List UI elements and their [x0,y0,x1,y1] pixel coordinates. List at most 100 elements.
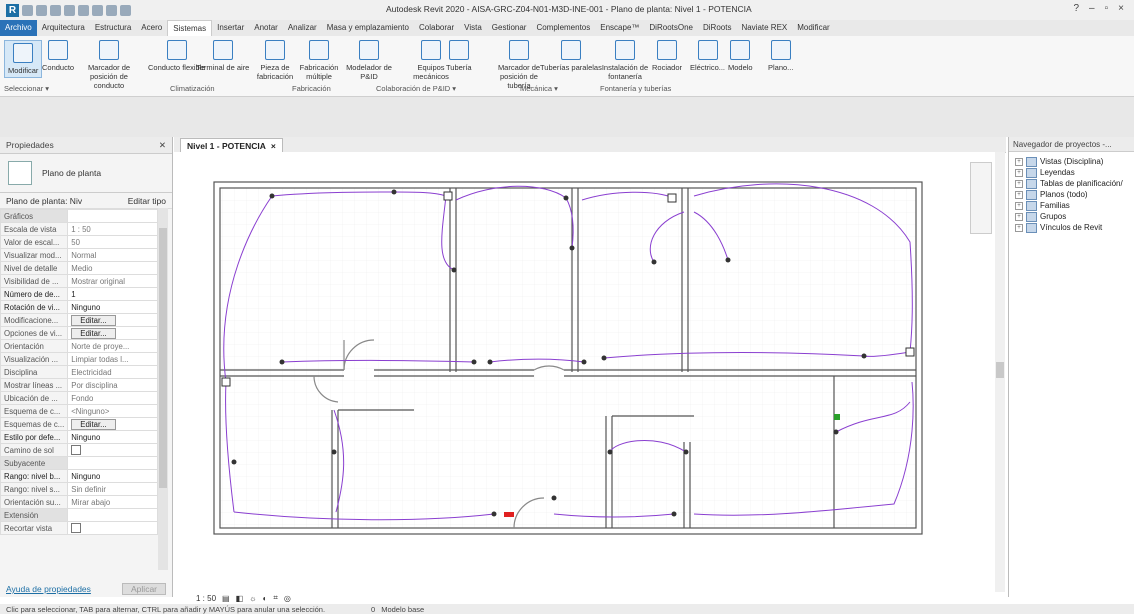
expand-icon[interactable]: + [1015,190,1023,199]
ribbon-button-el-ctrico-[interactable]: Eléctrico... [690,40,725,72]
ribbon-tab-vista[interactable]: Vista [459,20,487,36]
close-icon[interactable]: × [1118,3,1124,14]
ribbon-tab-analizar[interactable]: Analizar [283,20,322,36]
ribbon-tab-acero[interactable]: Acero [136,20,167,36]
redo-icon[interactable] [64,4,75,16]
browser-node[interactable]: + Grupos [1009,211,1134,222]
ribbon-button-plano-[interactable]: Plano... [768,40,793,72]
ribbon-button-tuber-a[interactable]: Tubería [446,40,472,72]
browser-node[interactable]: + Vínculos de Revit [1009,222,1134,233]
property-value[interactable]: <Ninguno> [67,404,158,418]
ribbon-button-rociador[interactable]: Rociador [652,40,682,72]
undo-icon[interactable] [50,4,61,16]
ribbon-button-instalaci-n-de-fontaner-a[interactable]: Instalación de fontanería [594,40,656,81]
edit-button[interactable]: Editar... [71,327,116,339]
property-value[interactable]: 50 [67,235,158,249]
close-view-icon[interactable]: × [271,141,276,151]
ribbon-button-marcador-de-posici-n-de-conducto[interactable]: Marcador de posición de conducto [78,40,140,90]
ribbon-button-tuber-as-paralelas[interactable]: Tuberías paralelas [540,40,602,72]
text-icon[interactable] [106,4,117,16]
property-value[interactable]: Mirar abajo [67,495,158,509]
hide-isolate-icon[interactable]: ◎ [284,594,291,603]
print-icon[interactable] [78,4,89,16]
expand-icon[interactable]: + [1015,201,1023,210]
browser-node[interactable]: + Tablas de planificación/ [1009,178,1134,189]
model-selector[interactable]: Modelo base [381,605,424,614]
3d-view-icon[interactable] [120,4,131,16]
canvas-scrollbar[interactable] [995,152,1005,592]
browser-node[interactable]: + Vistas (Disciplina) [1009,156,1134,167]
ribbon-tab-complementos[interactable]: Complementos [531,20,595,36]
ribbon-tab-estructura[interactable]: Estructura [90,20,136,36]
property-value[interactable] [67,521,158,535]
browser-node[interactable]: + Leyendas [1009,167,1134,178]
ribbon-tab-sistemas[interactable]: Sistemas [167,19,213,37]
property-value[interactable]: Editar... [67,326,158,340]
ribbon-panel-label[interactable]: Mecánica ▾ [520,84,558,93]
property-checkbox[interactable] [71,523,82,533]
property-value[interactable]: Por disciplina [67,378,158,392]
property-value[interactable] [67,209,158,223]
ribbon-button-conducto[interactable]: Conducto [42,40,74,72]
property-group[interactable]: Gráficos [0,209,158,223]
property-value[interactable]: Norte de proye... [67,339,158,353]
property-value[interactable]: Normal [67,248,158,262]
property-value[interactable]: Ninguno [67,469,158,483]
ribbon-panel-label[interactable]: Fabricación [292,84,331,93]
minimize-icon[interactable]: – [1089,3,1095,14]
ribbon-panel-label[interactable]: Fontanería y tuberías [600,84,671,93]
ribbon-tab-colaborar[interactable]: Colaborar [414,20,459,36]
visual-style-icon[interactable]: ◧ [236,594,244,603]
property-group[interactable]: Extensión [0,508,158,522]
ribbon-tab-modificar[interactable]: Modificar [792,20,834,36]
ribbon-button-modelo[interactable]: Modelo [728,40,753,72]
browser-node[interactable]: + Planos (todo) [1009,189,1134,200]
properties-help-link[interactable]: Ayuda de propiedades [6,584,91,594]
ribbon-panel-label[interactable]: Colaboración de P&ID ▾ [376,84,456,93]
properties-scrollbar[interactable] [158,208,168,570]
property-value[interactable]: 1 : 50 [67,222,158,236]
property-value[interactable]: 1 [67,287,158,301]
browser-node[interactable]: + Familias [1009,200,1134,211]
expand-icon[interactable]: + [1015,157,1023,166]
navigation-bar[interactable] [970,162,992,234]
property-value[interactable]: Editar... [67,313,158,327]
expand-icon[interactable]: + [1015,168,1023,177]
ribbon-tab-insertar[interactable]: Insertar [212,20,249,36]
ribbon-tab-diroots[interactable]: DiRoots [698,20,736,36]
edit-button[interactable]: Editar... [71,314,116,326]
drawing-canvas[interactable] [174,152,1004,592]
detail-level-icon[interactable]: ▤ [222,594,230,603]
type-selector[interactable]: Plano de planta [0,154,172,193]
ribbon-panel-label[interactable]: Climatización [170,84,215,93]
property-value[interactable] [67,443,158,457]
ribbon-tab-masa-y-emplazamiento[interactable]: Masa y emplazamiento [322,20,414,36]
apply-button[interactable]: Aplicar [122,583,166,595]
ribbon-tab-archivo[interactable]: Archivo [0,20,37,36]
view-scale[interactable]: 1 : 50 [196,594,216,603]
property-checkbox[interactable] [71,445,82,455]
ribbon-tab-dirootsone[interactable]: DiRootsOne [644,20,698,36]
open-icon[interactable] [22,4,33,16]
ribbon-tab-anotar[interactable]: Anotar [249,20,283,36]
revit-logo-icon[interactable]: R [6,3,19,17]
property-value[interactable]: Medio [67,261,158,275]
shadows-icon[interactable]: ◐ [262,594,267,603]
ribbon-tab-naviate-rex[interactable]: Naviate REX [736,20,792,36]
close-icon[interactable]: ✕ [159,140,166,151]
crop-icon[interactable]: ⌗ [273,593,278,603]
property-value[interactable]: Sin definir [67,482,158,496]
property-value[interactable]: Ninguno [67,300,158,314]
measure-icon[interactable] [92,4,103,16]
ribbon-tab-gestionar[interactable]: Gestionar [487,20,532,36]
restore-icon[interactable]: ▫ [1105,3,1109,14]
edit-type-button[interactable]: Editar tipo [128,196,166,206]
property-value[interactable]: Limpiar todas l... [67,352,158,366]
expand-icon[interactable]: + [1015,223,1023,232]
ribbon-panel-label[interactable]: Seleccionar ▾ [4,84,49,93]
ribbon-button-terminal-de-aire[interactable]: Terminal de aire [196,40,249,72]
ribbon-tab-arquitectura[interactable]: Arquitectura [37,20,90,36]
sun-path-icon[interactable]: ☼ [249,594,256,603]
property-value[interactable]: Fondo [67,391,158,405]
property-value[interactable]: Ninguno [67,430,158,444]
